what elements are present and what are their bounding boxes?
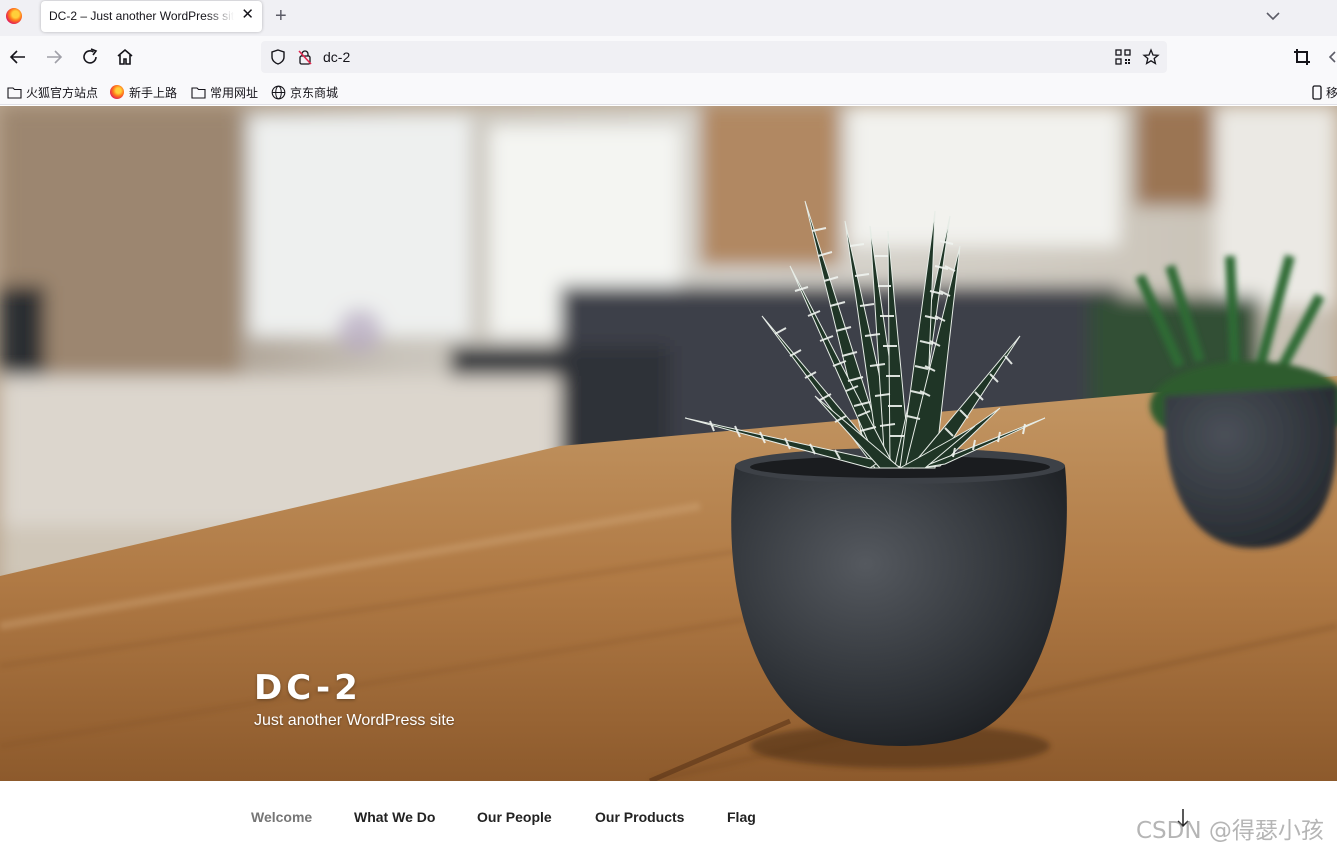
qr-code-icon[interactable] (1114, 48, 1132, 66)
site-description: Just another WordPress site (254, 712, 455, 729)
mobile-device-icon (1312, 84, 1322, 100)
reload-icon[interactable] (79, 46, 101, 68)
globe-icon (271, 85, 286, 99)
hero-header: DC-2 Just another WordPress site (0, 106, 1337, 781)
bookmark-jd-mall[interactable]: 京东商城 (271, 83, 338, 101)
bookmark-getting-started[interactable]: 新手上路 (110, 83, 177, 101)
site-title[interactable]: DC-2 (254, 668, 362, 708)
bookmark-label: 常用网址 (210, 85, 259, 100)
address-bar[interactable]: dc-2 (261, 41, 1167, 73)
active-tab[interactable]: DC-2 – Just another WordPress site ✕ (41, 1, 262, 32)
bookmark-star-icon[interactable] (1142, 48, 1160, 66)
forward-icon[interactable] (43, 46, 65, 68)
back-icon[interactable] (7, 46, 29, 68)
folder-icon (191, 86, 206, 99)
menu-item-flag[interactable]: Flag (727, 809, 756, 825)
header-image (0, 106, 1337, 781)
screenshot-crop-icon[interactable] (1291, 46, 1313, 68)
url-text[interactable]: dc-2 (323, 49, 350, 65)
firefox-view-icon[interactable] (6, 8, 22, 24)
csdn-watermark: CSDN @得瑟小孩 (1136, 818, 1324, 844)
bookmark-label: 新手上路 (129, 85, 178, 100)
firefox-icon (110, 85, 124, 99)
overflow-chevron-icon[interactable] (1326, 46, 1337, 68)
home-icon[interactable] (114, 46, 136, 68)
close-tab-icon[interactable]: ✕ (241, 6, 254, 24)
folder-icon (7, 86, 22, 99)
mobile-bookmarks[interactable]: 移 (1312, 83, 1337, 101)
site-navigation: Welcome What We Do Our People Our Produc… (0, 781, 1337, 848)
bookmark-label: 京东商城 (290, 85, 339, 100)
tab-title: DC-2 – Just another WordPress site (49, 9, 234, 23)
bookmarks-toolbar: 火狐官方站点 新手上路 常用网址 京东商城 移 (0, 78, 1337, 105)
tab-bar: DC-2 – Just another WordPress site ✕ + (0, 0, 1337, 36)
bookmark-common-sites[interactable]: 常用网址 (191, 83, 258, 101)
tab-list-chevron-icon[interactable] (1264, 8, 1282, 24)
menu-item-what-we-do[interactable]: What We Do (354, 809, 435, 825)
bookmark-label: 移 (1326, 85, 1337, 100)
insecure-lock-icon[interactable] (296, 48, 314, 66)
new-tab-icon[interactable]: + (275, 6, 287, 26)
bookmark-label: 火狐官方站点 (26, 85, 99, 100)
menu-item-our-products[interactable]: Our Products (595, 809, 684, 825)
menu-item-welcome[interactable]: Welcome (251, 809, 312, 825)
bookmark-firefox-official[interactable]: 火狐官方站点 (7, 83, 98, 101)
navigation-toolbar: dc-2 (0, 36, 1337, 78)
menu-item-our-people[interactable]: Our People (477, 809, 552, 825)
shield-icon[interactable] (269, 48, 287, 66)
